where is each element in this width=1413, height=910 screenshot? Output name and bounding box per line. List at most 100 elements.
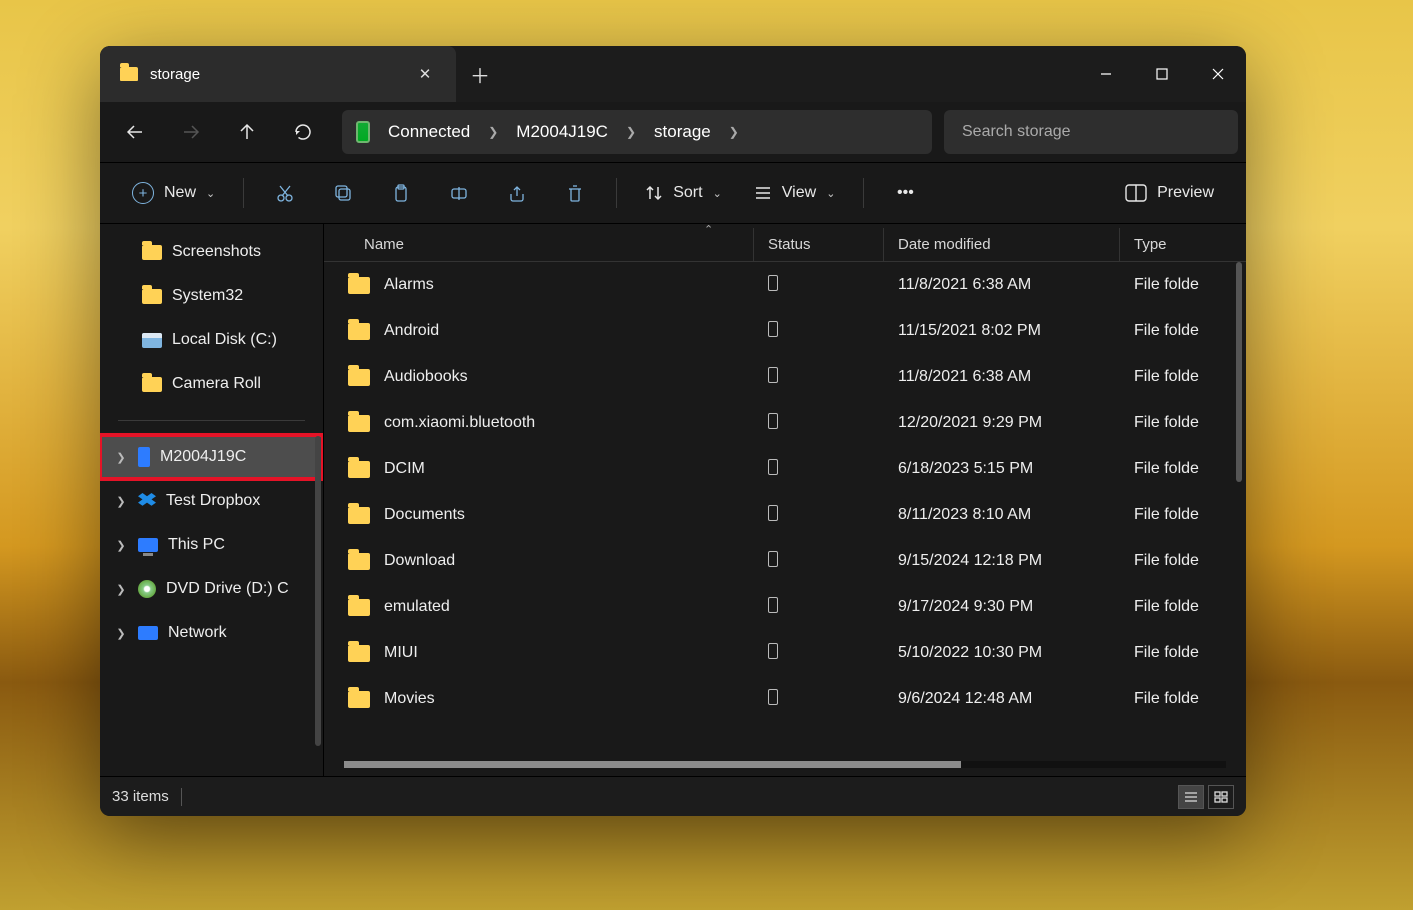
breadcrumb-item[interactable]: Connected	[388, 122, 470, 142]
sidebar-tree-item[interactable]: ❯DVD Drive (D:) C	[100, 567, 323, 611]
chevron-right-icon[interactable]: ❯	[114, 495, 128, 508]
view-button[interactable]: View ⌄	[742, 173, 848, 213]
vertical-scrollbar[interactable]	[1236, 262, 1242, 482]
cut-button[interactable]	[260, 173, 310, 213]
folder-icon	[348, 599, 370, 616]
search-placeholder: Search storage	[962, 123, 1071, 141]
file-type: File folde	[1120, 368, 1246, 386]
file-row[interactable]: Audiobooks11/8/2021 6:38 AMFile folde	[324, 354, 1246, 400]
address-bar[interactable]: Connected ❯ M2004J19C ❯ storage ❯	[342, 110, 932, 154]
column-name[interactable]: Name	[324, 228, 754, 261]
close-window-button[interactable]	[1190, 46, 1246, 102]
file-type: File folde	[1120, 552, 1246, 570]
rename-button[interactable]	[434, 173, 484, 213]
copy-button[interactable]	[318, 173, 368, 213]
column-type[interactable]: Type	[1120, 228, 1246, 261]
network-icon	[138, 626, 158, 640]
details-view-button[interactable]	[1178, 785, 1204, 809]
chevron-right-icon[interactable]: ❯	[729, 125, 739, 139]
file-date: 11/8/2021 6:38 AM	[884, 276, 1120, 294]
breadcrumb-item[interactable]: storage	[654, 122, 711, 142]
file-date: 9/17/2024 9:30 PM	[884, 598, 1120, 616]
sidebar-quick-item[interactable]: Screenshots	[100, 230, 323, 274]
chevron-right-icon[interactable]: ❯	[114, 451, 128, 464]
sidebar-item-label: System32	[172, 287, 243, 305]
file-name: Movies	[384, 690, 435, 708]
close-tab-button[interactable]: ✕	[410, 59, 440, 89]
chevron-right-icon[interactable]: ❯	[626, 125, 636, 139]
search-input[interactable]: Search storage	[944, 110, 1238, 154]
breadcrumb-item[interactable]: M2004J19C	[516, 122, 608, 142]
file-type: File folde	[1120, 460, 1246, 478]
sidebar-tree-item[interactable]: ❯Network	[100, 611, 323, 655]
forward-button[interactable]	[164, 110, 218, 154]
sidebar-tree-item[interactable]: ❯M2004J19C	[100, 435, 323, 479]
sidebar-quick-item[interactable]: Local Disk (C:)	[100, 318, 323, 362]
up-button[interactable]	[220, 110, 274, 154]
share-button[interactable]	[492, 173, 542, 213]
navigation-pane[interactable]: Screenshots System32 Local Disk (C:)Camera…	[100, 224, 324, 776]
file-name: emulated	[384, 598, 450, 616]
device-status-icon	[768, 551, 778, 567]
minimize-button[interactable]	[1078, 46, 1134, 102]
chevron-right-icon[interactable]: ❯	[488, 125, 498, 139]
sidebar-quick-item[interactable]: Camera Roll	[100, 362, 323, 406]
thumbnails-view-button[interactable]	[1208, 785, 1234, 809]
back-button[interactable]	[108, 110, 162, 154]
device-status-icon	[768, 275, 778, 291]
file-row[interactable]: DCIM6/18/2023 5:15 PMFile folde	[324, 446, 1246, 492]
column-status[interactable]: Status	[754, 228, 884, 261]
chevron-right-icon[interactable]: ❯	[114, 539, 128, 552]
file-name: Download	[384, 552, 455, 570]
command-bar: + New ⌄ Sort ⌄ View ⌄ ••• Preview	[100, 162, 1246, 224]
file-row[interactable]: com.xiaomi.bluetooth12/20/2021 9:29 PMFi…	[324, 400, 1246, 446]
file-type: File folde	[1120, 644, 1246, 662]
file-row[interactable]: Alarms11/8/2021 6:38 AMFile folde	[324, 262, 1246, 308]
file-name: MIUI	[384, 644, 418, 662]
chevron-right-icon[interactable]: ❯	[114, 583, 128, 596]
file-date: 11/8/2021 6:38 AM	[884, 368, 1120, 386]
sidebar-tree-item[interactable]: ❯This PC	[100, 523, 323, 567]
paste-button[interactable]	[376, 173, 426, 213]
file-name: Documents	[384, 506, 465, 524]
file-row[interactable]: Movies9/6/2024 12:48 AMFile folde	[324, 676, 1246, 722]
refresh-button[interactable]	[276, 110, 330, 154]
chevron-down-icon: ⌄	[826, 187, 835, 200]
file-date: 9/15/2024 12:18 PM	[884, 552, 1120, 570]
chevron-down-icon: ⌄	[206, 187, 215, 200]
maximize-button[interactable]	[1134, 46, 1190, 102]
more-button[interactable]: •••	[880, 173, 930, 213]
device-status-icon	[768, 597, 778, 613]
delete-button[interactable]	[550, 173, 600, 213]
column-date[interactable]: Date modified	[884, 228, 1120, 261]
titlebar[interactable]: storage ✕ ＋	[100, 46, 1246, 102]
active-tab[interactable]: storage ✕	[100, 46, 456, 102]
file-row[interactable]: emulated9/17/2024 9:30 PMFile folde	[324, 584, 1246, 630]
sidebar-tree-item[interactable]: ❯Test Dropbox	[100, 479, 323, 523]
file-row[interactable]: Android11/15/2021 8:02 PMFile folde	[324, 308, 1246, 354]
disk-icon	[142, 333, 162, 348]
file-date: 12/20/2021 9:29 PM	[884, 414, 1120, 432]
sidebar-quick-item[interactable]: System32	[100, 274, 323, 318]
file-row[interactable]: Download 9/15/2024 12:18 PMFile folde	[324, 538, 1246, 584]
new-button[interactable]: + New ⌄	[120, 173, 227, 213]
chevron-right-icon[interactable]: ❯	[114, 627, 128, 640]
folder-icon	[348, 507, 370, 524]
horizontal-scrollbar[interactable]	[344, 761, 1226, 768]
sidebar-scrollbar[interactable]	[315, 436, 321, 746]
preview-button[interactable]: Preview	[1113, 173, 1226, 213]
file-name: Android	[384, 322, 439, 340]
device-status-icon	[768, 689, 778, 705]
preview-icon	[1125, 184, 1147, 202]
item-count: 33 items	[112, 788, 169, 805]
new-tab-button[interactable]: ＋	[456, 46, 504, 102]
status-bar: 33 items	[100, 776, 1246, 816]
folder-icon	[348, 461, 370, 478]
file-row[interactable]: Documents8/11/2023 8:10 AMFile folde	[324, 492, 1246, 538]
device-status-icon	[768, 643, 778, 659]
file-row[interactable]: MIUI5/10/2022 10:30 PMFile folde	[324, 630, 1246, 676]
dropbox-icon	[138, 493, 156, 509]
sort-button[interactable]: Sort ⌄	[633, 173, 734, 213]
file-type: File folde	[1120, 322, 1246, 340]
dvd-icon	[138, 580, 156, 598]
